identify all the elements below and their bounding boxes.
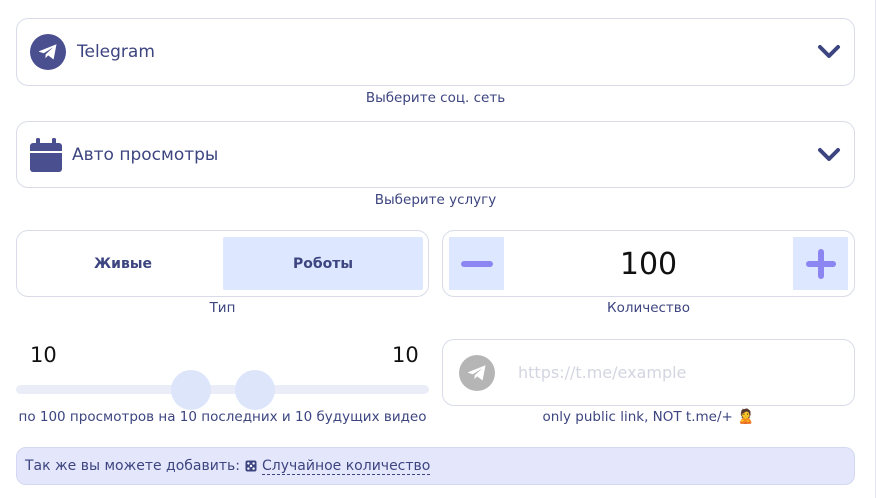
telegram-icon [30, 34, 66, 70]
service-hint: Выберите услугу [374, 192, 497, 208]
range-slider-thumb-max[interactable] [235, 370, 275, 410]
quantity-hint: Количество [606, 300, 691, 316]
type-option-robots[interactable]: Роботы [223, 237, 423, 290]
range-slider-thumb-min[interactable] [171, 370, 211, 410]
link-input[interactable] [518, 363, 818, 382]
type-toggle: Живые Роботы [16, 230, 429, 297]
random-quantity-link[interactable]: Случайное количество [261, 458, 431, 475]
social-network-select[interactable]: Telegram [16, 18, 855, 86]
chevron-down-icon[interactable] [817, 44, 841, 60]
service-value: Авто просмотры [72, 144, 219, 165]
dice-icon [245, 460, 257, 472]
quantity-value[interactable]: 100 [504, 231, 793, 298]
social-network-hint: Выберите соц. сеть [365, 90, 506, 106]
plus-icon [805, 248, 836, 279]
link-hint-text: only public link, NOT t.me/+ [542, 409, 733, 425]
type-hint: Тип [209, 300, 236, 316]
range-max-value: 10 [392, 343, 419, 367]
link-field [442, 339, 855, 406]
extra-options-text: Так же вы можете добавить: [25, 458, 240, 474]
decrease-button[interactable] [449, 237, 504, 290]
range-hint: по 100 просмотров на 10 последних и 10 б… [18, 409, 427, 425]
quantity-stepper: 100 [442, 230, 855, 297]
person-pouting-icon: 🙎 [737, 409, 755, 425]
social-network-value: Telegram [77, 42, 155, 62]
service-select[interactable]: Авто просмотры [16, 121, 855, 188]
extra-options-bar: Так же вы можете добавить: Случайное кол… [16, 447, 855, 485]
telegram-icon [459, 354, 495, 391]
increase-button[interactable] [793, 237, 848, 290]
range-min-value: 10 [30, 343, 57, 367]
calendar-icon [30, 137, 62, 172]
range-slider-track[interactable] [16, 385, 429, 394]
chevron-down-icon[interactable] [817, 147, 841, 163]
order-form: Telegram Выберите соц. сеть Авто просмот… [0, 0, 876, 498]
minus-icon [460, 260, 493, 267]
link-hint: only public link, NOT t.me/+ 🙎 [442, 409, 855, 425]
type-option-live[interactable]: Живые [23, 237, 223, 290]
